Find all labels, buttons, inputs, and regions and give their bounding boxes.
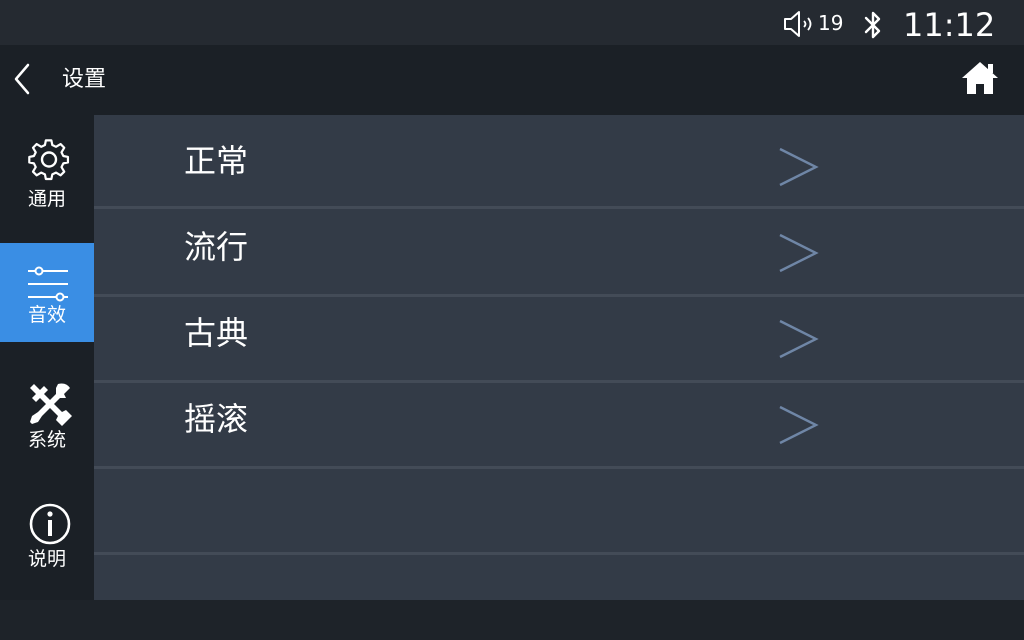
- list-item-rock[interactable]: 摇滚: [94, 381, 1024, 469]
- gear-icon: [28, 139, 70, 181]
- list-item-empty: [94, 555, 1024, 640]
- page-title: 设置: [62, 67, 107, 92]
- list-item-empty: [94, 467, 1024, 555]
- chevron-right-icon: [779, 319, 819, 359]
- back-chevron-icon: [14, 63, 30, 95]
- wrench-screwdriver-icon: [30, 383, 72, 426]
- bluetooth-icon: [864, 11, 881, 39]
- list-item-normal[interactable]: 正常: [94, 121, 1024, 209]
- clock-time: 11:12: [903, 6, 996, 44]
- sidebar-item-label: 系统: [27, 429, 66, 451]
- sound-preset-list: 正常 流行 古典 摇滚: [94, 115, 1024, 600]
- volume-indicator: 19: [782, 10, 846, 38]
- chevron-right-icon: [779, 233, 819, 273]
- info-icon: [29, 503, 71, 545]
- speaker-icon: [784, 11, 812, 37]
- home-button[interactable]: [960, 59, 1000, 97]
- sidebar-item-label: 说明: [27, 548, 66, 570]
- sidebar-item-about[interactable]: 说明: [0, 470, 94, 600]
- sidebar-item-general[interactable]: 通用: [0, 115, 94, 243]
- list-item-classical[interactable]: 古典: [94, 295, 1024, 383]
- sidebar-item-sound[interactable]: 音效: [0, 243, 94, 342]
- chevron-right-icon: [779, 147, 819, 187]
- sidebar-item-label: 通用: [27, 188, 66, 210]
- chevron-right-icon: [779, 405, 819, 445]
- status-bar: 19 11:12: [0, 0, 1024, 45]
- list-item-label: 摇滚: [184, 400, 249, 438]
- back-button[interactable]: [8, 59, 40, 99]
- list-item-label: 古典: [184, 314, 249, 352]
- title-bar: 设置: [0, 45, 1024, 115]
- sidebar-item-label: 音效: [27, 304, 66, 326]
- volume-level: 19: [818, 11, 844, 35]
- sidebar: 通用 音效 系统 说明: [0, 115, 94, 600]
- list-item-label: 正常: [184, 142, 249, 180]
- list-item-pop[interactable]: 流行: [94, 209, 1024, 297]
- home-icon: [962, 62, 998, 94]
- sidebar-item-system[interactable]: 系统: [0, 342, 94, 470]
- equalizer-sliders-icon: [28, 266, 68, 302]
- list-item-label: 流行: [184, 228, 249, 266]
